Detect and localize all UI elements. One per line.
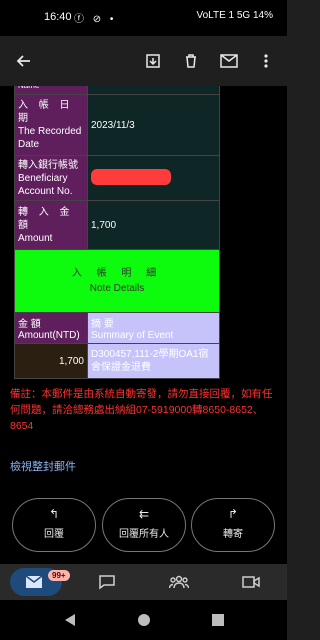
transfer-table: Name 入 帳 日 期 The Recorded Date 2023/11/3… xyxy=(14,86,220,379)
mail-body: Name 入 帳 日 期 The Recorded Date 2023/11/3… xyxy=(0,86,287,564)
row-summary: D300457,111-2學期OA1宿舍保證金退費 xyxy=(87,343,220,379)
notification-icons: ⓕ ⊘ • xyxy=(74,14,117,25)
system-back-icon[interactable] xyxy=(64,613,76,627)
reply-all-button[interactable]: ⇇ 回覆所有人 xyxy=(102,498,186,552)
table-row: 轉 入 金 額 Amount 1,700 xyxy=(14,200,220,250)
footer-note: 備註：本郵件是由系統自動寄發，請勿直接回覆，如有任何問題，請洽總務處出納組07-… xyxy=(10,388,273,432)
redaction-mark xyxy=(91,168,171,185)
status-right: VoLTE 1 5G 14% xyxy=(196,10,273,21)
nav-mail[interactable]: 99+ xyxy=(10,568,70,596)
forward-icon: ↱ xyxy=(227,507,239,521)
reply-all-icon: ⇇ xyxy=(138,507,150,521)
account-label: 轉入銀行帳號 Beneficiary Account No. xyxy=(14,155,88,201)
unread-badge: 99+ xyxy=(48,570,70,581)
spaces-icon[interactable] xyxy=(154,568,204,596)
row-amount: 1,700 xyxy=(14,343,88,379)
mail-icon[interactable] xyxy=(218,50,240,72)
bottom-navigation: 99+ xyxy=(0,564,287,600)
delete-icon[interactable] xyxy=(180,50,202,72)
table-row: 1,700 D300457,111-2學期OA1宿舍保證金退費 xyxy=(14,343,220,379)
forward-button[interactable]: ↱ 轉寄 xyxy=(191,498,275,552)
amount-column-header: 金 額 Amount(NTD) xyxy=(14,312,88,344)
meet-video-icon[interactable] xyxy=(226,568,276,596)
note-details-header: 入 帳 明 細 Note Details xyxy=(14,249,220,313)
transfer-amount-label: 轉 入 金 額 Amount xyxy=(14,200,88,250)
table-row: 入 帳 明 細 Note Details xyxy=(14,249,220,313)
back-arrow-icon[interactable] xyxy=(12,50,34,72)
status-time: 16:40 xyxy=(44,11,72,23)
table-row: 轉入銀行帳號 Beneficiary Account No. xyxy=(14,155,220,201)
table-row: 入 帳 日 期 The Recorded Date 2023/11/3 xyxy=(14,94,220,156)
partial-label: Name xyxy=(14,86,88,95)
system-recents-icon[interactable] xyxy=(212,614,224,626)
transfer-amount-value: 1,700 xyxy=(87,200,220,250)
status-bar: 16:40 ⓕ ⊘ • VoLTE 1 5G 14% xyxy=(0,0,287,36)
app-bar xyxy=(0,36,287,86)
view-entire-message-link[interactable]: 檢視整封郵件 xyxy=(10,458,76,474)
recorded-date-value: 2023/11/3 xyxy=(87,94,220,156)
system-navigation-bar xyxy=(0,600,287,640)
account-value xyxy=(87,155,220,201)
chat-icon[interactable] xyxy=(82,568,132,596)
more-vert-icon[interactable] xyxy=(255,50,277,72)
table-row: Name xyxy=(14,86,220,95)
summary-column-header: 摘 要 Summary of Event xyxy=(87,312,220,344)
reply-icon: ↰ xyxy=(48,507,60,521)
archive-icon[interactable] xyxy=(142,50,164,72)
reply-button[interactable]: ↰ 回覆 xyxy=(12,498,96,552)
table-row: 金 額 Amount(NTD) 摘 要 Summary of Event xyxy=(14,312,220,344)
recorded-date-label: 入 帳 日 期 The Recorded Date xyxy=(14,94,88,156)
system-home-icon[interactable] xyxy=(137,613,151,627)
